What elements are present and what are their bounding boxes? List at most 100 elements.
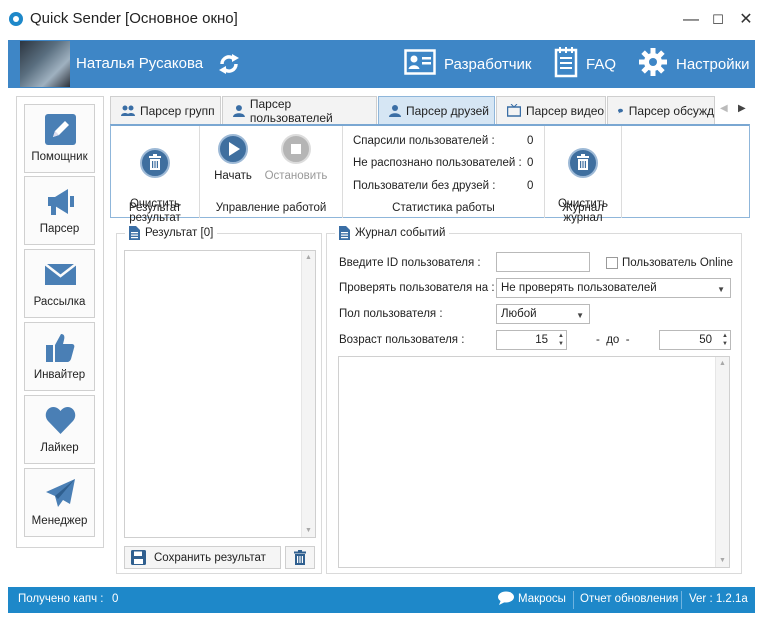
status-separator [573,591,574,609]
scroll-up-icon[interactable]: ▲ [305,254,312,261]
save-result-label: Сохранить результат [154,551,266,564]
decrement-icon[interactable]: ▼ [718,340,728,348]
avatar[interactable] [20,41,70,87]
app-header: Наталья Русакова Разработчик FAQ Настрой… [8,40,755,88]
user-icon [233,104,245,117]
sidebar: Помощник Парсер Рассылка Инвайтер Лайкер… [16,96,104,548]
tv-icon [507,104,521,117]
trash-icon [568,148,598,178]
age-to-value: 50 [699,334,712,346]
gender-label: Пол пользователя : [339,308,443,320]
result-list-scrollbar[interactable]: ▲ ▼ [301,251,315,537]
close-button[interactable]: ✕ [731,8,761,32]
sidebar-item-inviter[interactable]: Инвайтер [24,322,95,391]
minimize-button[interactable]: — [676,8,706,32]
tab-label: Парсер видео [526,103,605,118]
macros-link[interactable]: Макросы [518,593,566,605]
developer-button[interactable]: Разработчик [404,48,531,80]
tab-group-parser[interactable]: Парсер групп [110,96,221,124]
app-logo-icon [9,12,23,26]
scroll-up-icon[interactable]: ▲ [719,360,726,367]
status-separator [681,591,682,609]
pencil-icon [45,114,76,145]
sidebar-item-mailing[interactable]: Рассылка [24,249,95,318]
faq-button[interactable]: FAQ [554,47,616,80]
users-icon [121,105,135,116]
stat-users-without-friends: Пользователи без друзей :0 [353,180,534,192]
user-name: Наталья Русакова [76,55,204,72]
stat-parsed-users: Спарсили пользователей :0 [353,135,534,147]
scroll-down-icon[interactable]: ▼ [305,527,312,534]
tab-user-parser[interactable]: Парсер пользователей [222,96,377,125]
sidebar-item-label: Помощник [31,151,88,163]
sidebar-item-liker[interactable]: Лайкер [24,395,95,464]
sidebar-item-assistant[interactable]: Помощник [24,104,95,173]
tab-video-parser[interactable]: Парсер видео [496,96,606,124]
stop-icon [281,134,311,164]
result-panel-title: Результат [0] [145,227,214,239]
decrement-icon[interactable]: ▼ [554,340,564,348]
version-label: Ver : 1.2.1a [689,593,748,605]
chat-icon [498,591,514,608]
heart-icon [45,407,76,434]
sidebar-item-manager[interactable]: Менеджер [24,468,95,537]
megaphone-icon [48,189,74,215]
tab-friends-parser[interactable]: Парсер друзей [378,96,495,124]
trash-icon [294,550,306,565]
paper-plane-icon [46,479,75,507]
captcha-count: 0 [112,593,119,605]
maximize-button[interactable]: ☐ [703,8,733,32]
title-bar: Quick Sender [Основное окно] — ☐ ✕ [0,0,763,40]
ribbon-group-journal: Очистить журнал Журнал [545,126,622,224]
update-report-link[interactable]: Отчет обновления [580,593,678,605]
stop-button[interactable]: Остановить [262,134,330,183]
settings-label: Настройки [676,55,750,73]
sidebar-item-label: Рассылка [33,296,86,308]
trash-icon [140,148,170,178]
increment-icon[interactable]: ▲ [554,332,564,340]
window-title: Quick Sender [Основное окно] [30,10,238,27]
user-id-input[interactable] [496,252,590,272]
thumbs-up-icon [46,334,75,362]
scroll-down-icon[interactable]: ▼ [719,557,726,564]
developer-label: Разработчик [444,55,532,73]
tabs-scroll-left-icon[interactable]: ◀ [720,103,728,114]
result-panel-header: Результат [0] [125,226,218,240]
event-log-title: Журнал событий [355,227,446,239]
age-from-value: 15 [535,334,548,346]
increment-icon[interactable]: ▲ [718,332,728,340]
result-list[interactable]: ▲ ▼ [124,250,316,538]
tabs-scroll-right-icon[interactable]: ▶ [738,103,746,114]
sync-icon[interactable] [214,49,244,79]
save-result-button[interactable]: Сохранить результат [124,546,281,569]
sidebar-item-parser[interactable]: Парсер [24,176,95,245]
check-user-label: Проверять пользователя на : [339,282,495,294]
user-id-label: Введите ID пользователя : [339,257,481,269]
ribbon-group-stats: Спарсили пользователей :0 Не распознано … [343,126,545,218]
sidebar-item-label: Парсер [39,223,80,235]
event-log-area[interactable]: ▲ ▼ [338,356,730,568]
ribbon-group-title: Журнал [562,202,604,214]
age-to-label: - до - [596,334,630,346]
stat-unrecognized-users: Не распознано пользователей :0 [353,157,534,169]
tab-discussions-parser[interactable]: Парсер обсужд [607,96,715,124]
chat-icon [618,108,623,113]
age-to-stepper[interactable]: 50 ▲ ▼ [659,330,731,350]
delete-result-button[interactable] [285,546,315,569]
document-icon [339,226,350,240]
sidebar-item-label: Инвайтер [33,369,86,381]
age-from-stepper[interactable]: 15 ▲ ▼ [496,330,567,350]
gender-select[interactable]: Любой ▼ [496,304,590,324]
user-icon [389,104,401,117]
check-user-select[interactable]: Не проверять пользователей ▼ [496,278,731,298]
start-button[interactable]: Начать [208,134,258,183]
event-log-header: Журнал событий [335,226,450,240]
online-checkbox[interactable] [606,257,618,269]
ribbon-group-control: Начать Остановить Управление работой [200,126,343,218]
play-icon [218,134,248,164]
ribbon-group-title: Статистика работы [392,202,495,214]
ribbon: Очистить результат Результат Начать Оста… [110,124,750,224]
settings-button[interactable]: Настройки [638,48,750,80]
tab-label: Парсер друзей [406,103,489,118]
event-log-scrollbar[interactable]: ▲ ▼ [715,357,729,567]
